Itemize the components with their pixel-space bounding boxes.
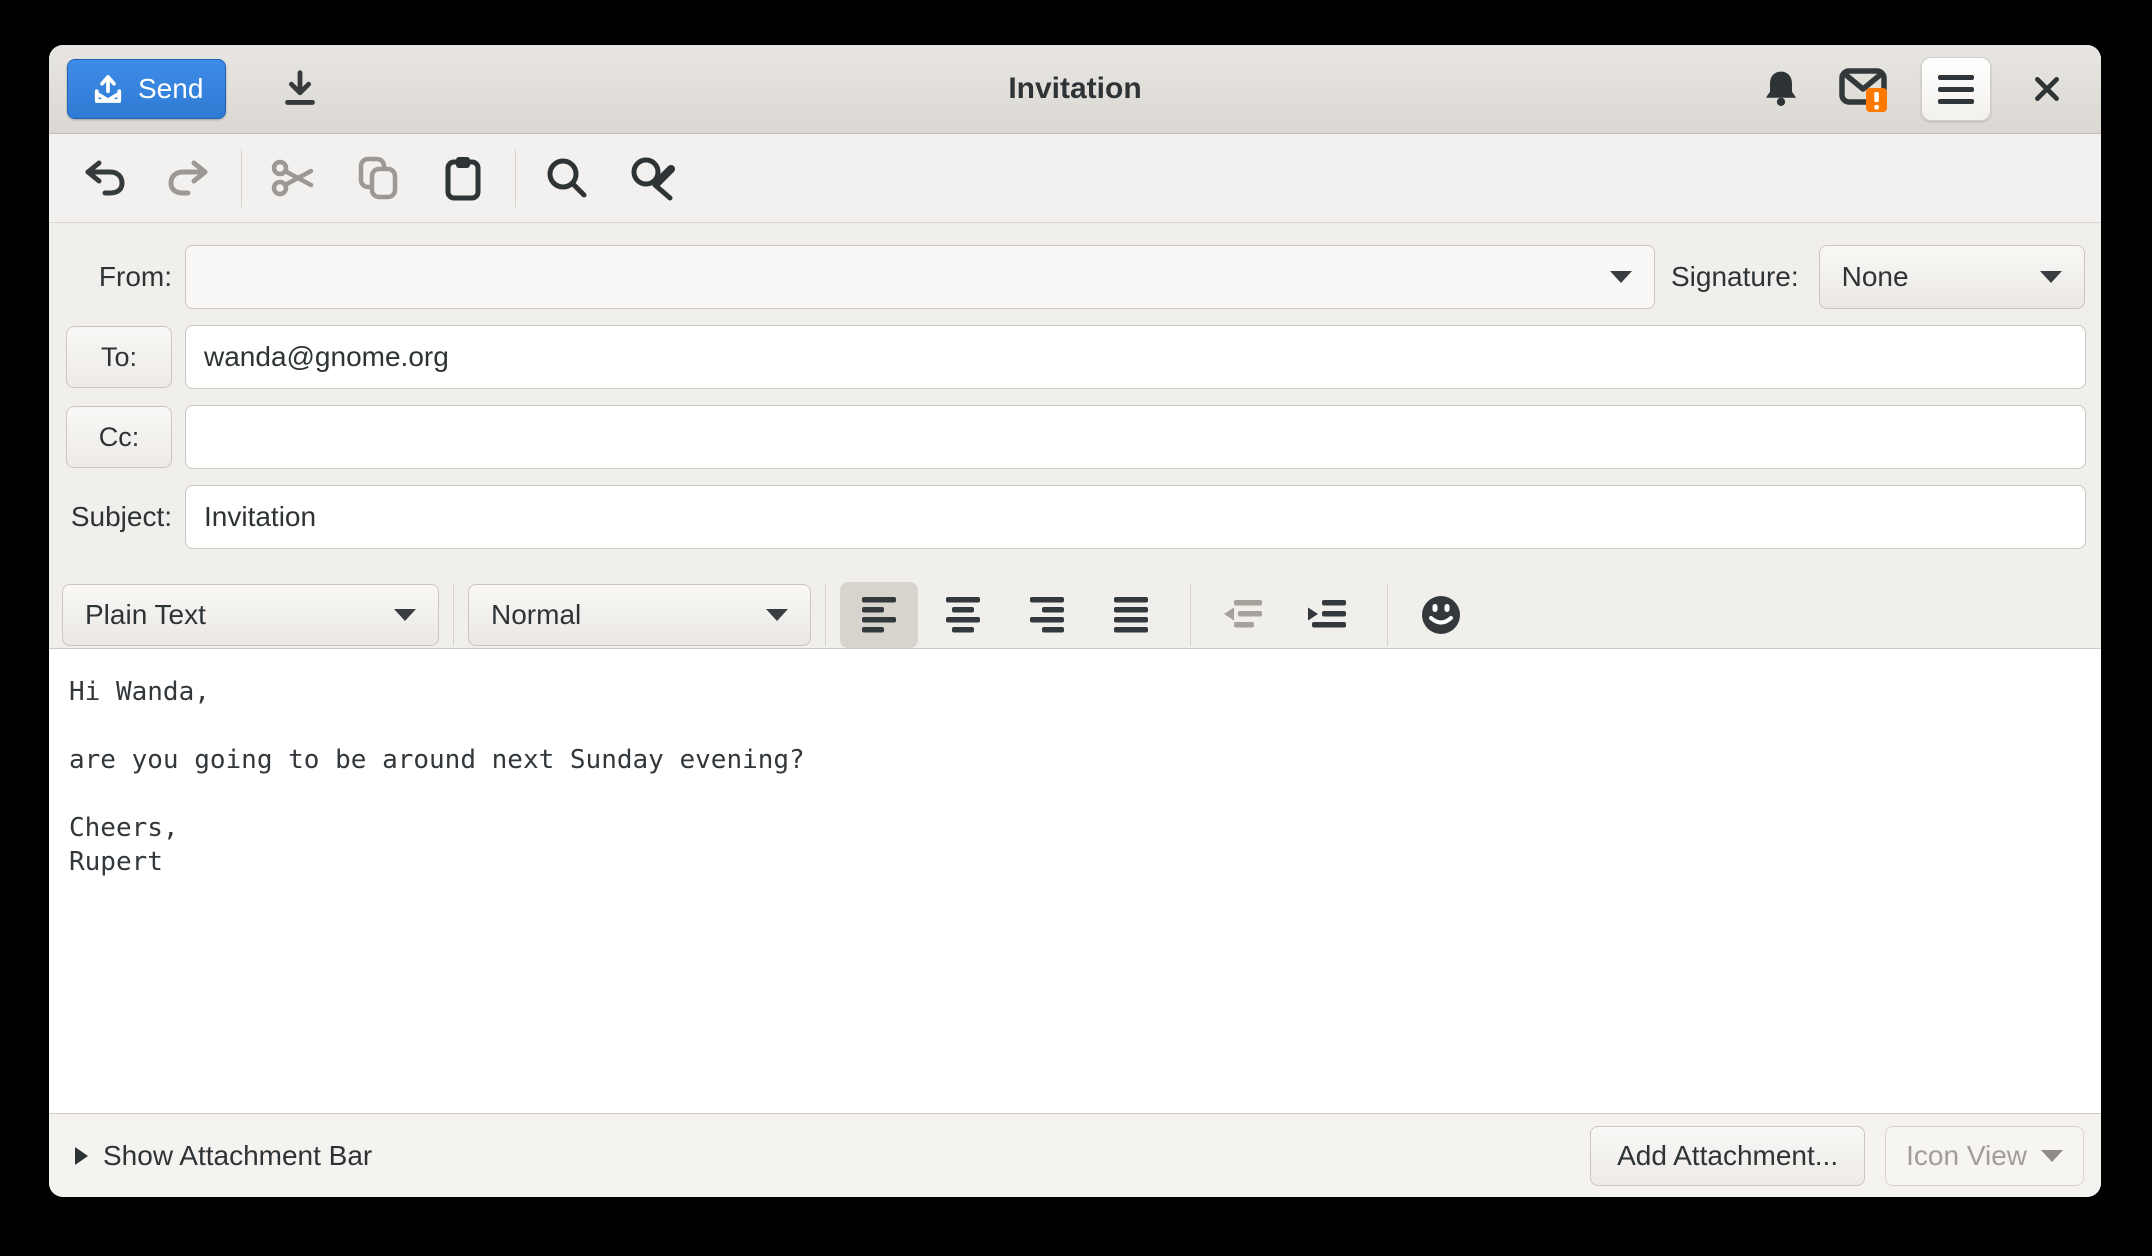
copy-button[interactable]	[349, 145, 407, 211]
outdent-button[interactable]	[1205, 582, 1283, 648]
align-center-button[interactable]	[924, 582, 1002, 648]
footer-right-group: Add Attachment... Icon View	[1590, 1126, 2084, 1186]
toolbar-separator	[1387, 584, 1388, 646]
paste-button[interactable]	[434, 145, 492, 211]
chevron-down-icon	[2040, 271, 2062, 283]
subject-input[interactable]	[185, 485, 2086, 549]
redo-icon	[165, 154, 213, 202]
chevron-down-icon	[766, 609, 788, 621]
chevron-down-icon	[2041, 1150, 2063, 1162]
close-button[interactable]	[2019, 57, 2075, 121]
justify-icon	[1109, 594, 1153, 636]
cc-input[interactable]	[185, 405, 2086, 469]
hamburger-icon	[1938, 75, 1974, 80]
from-combobox[interactable]	[185, 245, 1655, 309]
cut-button[interactable]	[264, 145, 322, 211]
copy-icon	[354, 154, 402, 202]
icon-view-dropdown[interactable]: Icon View	[1885, 1126, 2084, 1186]
toolbar-separator	[453, 584, 454, 646]
notifications-button[interactable]	[1753, 57, 1809, 121]
align-right-icon	[1025, 594, 1069, 636]
signature-dropdown[interactable]: None	[1819, 245, 2085, 309]
message-body-text: Hi Wanda, are you going to be around nex…	[49, 649, 2101, 905]
toolbar-separator	[825, 584, 826, 646]
menu-button[interactable]	[1921, 57, 1991, 121]
attachment-footer: Show Attachment Bar Add Attachment... Ic…	[49, 1113, 2101, 1197]
triangle-right-icon	[75, 1147, 88, 1165]
send-button[interactable]: Send	[67, 59, 226, 119]
undo-icon	[80, 154, 128, 202]
toolbar-separator	[241, 149, 242, 207]
save-draft-button[interactable]	[272, 57, 328, 121]
toolbar-separator	[1190, 584, 1191, 646]
message-body-editor[interactable]: Hi Wanda, are you going to be around nex…	[49, 649, 2101, 1113]
align-center-icon	[941, 594, 985, 636]
to-row: To:	[66, 325, 2086, 389]
paragraph-style-value: Normal	[491, 599, 581, 631]
icon-view-label: Icon View	[1906, 1140, 2027, 1172]
cc-button[interactable]: Cc:	[66, 406, 172, 468]
justify-button[interactable]	[1092, 582, 1170, 648]
from-row: From: Signature: None	[66, 245, 2086, 309]
cc-row: Cc:	[66, 405, 2086, 469]
to-button[interactable]: To:	[66, 326, 172, 388]
search-icon	[543, 154, 591, 202]
emoji-button[interactable]	[1402, 582, 1480, 648]
indent-button[interactable]	[1289, 582, 1367, 648]
mail-alert-icon	[1838, 64, 1892, 114]
paste-icon	[439, 154, 487, 202]
cut-icon	[269, 154, 317, 202]
indent-icon	[1306, 598, 1350, 632]
show-attachment-bar-label: Show Attachment Bar	[103, 1140, 372, 1172]
toolbar-separator	[515, 149, 516, 207]
desktop-background: Send Invitation	[0, 0, 2152, 1256]
redo-button[interactable]	[160, 145, 218, 211]
headerbar: Send Invitation	[49, 45, 2101, 134]
compose-window: Send Invitation	[49, 45, 2101, 1197]
align-left-icon	[857, 594, 901, 636]
undo-button[interactable]	[75, 145, 133, 211]
editing-mode-dropdown[interactable]: Plain Text	[62, 584, 439, 646]
show-attachment-bar-expander[interactable]: Show Attachment Bar	[75, 1140, 372, 1172]
add-attachment-button[interactable]: Add Attachment...	[1590, 1126, 1865, 1186]
to-input[interactable]	[185, 325, 2086, 389]
signature-value: None	[1842, 261, 1909, 293]
send-button-label: Send	[138, 73, 203, 105]
signature-label: Signature:	[1671, 261, 1799, 293]
subject-label: Subject:	[66, 501, 172, 533]
format-toolbar: Plain Text Normal	[62, 582, 2086, 648]
emoji-icon	[1419, 593, 1463, 637]
headerbar-left-group: Send	[67, 57, 328, 121]
bell-icon	[1759, 67, 1803, 111]
outdent-icon	[1222, 598, 1266, 632]
editing-mode-value: Plain Text	[85, 599, 206, 631]
chevron-down-icon	[1610, 271, 1632, 283]
close-icon	[2030, 72, 2064, 106]
mail-alert-button[interactable]	[1837, 57, 1893, 121]
envelope-fields: From: Signature: None To: Cc:	[49, 223, 2101, 649]
align-left-button[interactable]	[840, 582, 918, 648]
search-button[interactable]	[538, 145, 596, 211]
headerbar-right-group	[1753, 57, 2075, 121]
align-right-button[interactable]	[1008, 582, 1086, 648]
find-replace-button[interactable]	[623, 145, 681, 211]
save-draft-icon	[277, 66, 323, 112]
find-replace-icon	[628, 154, 676, 202]
chevron-down-icon	[394, 609, 416, 621]
edit-toolbar	[49, 134, 2101, 223]
subject-row: Subject:	[66, 485, 2086, 549]
send-icon	[90, 71, 126, 107]
paragraph-style-dropdown[interactable]: Normal	[468, 584, 811, 646]
from-label: From:	[66, 261, 172, 293]
